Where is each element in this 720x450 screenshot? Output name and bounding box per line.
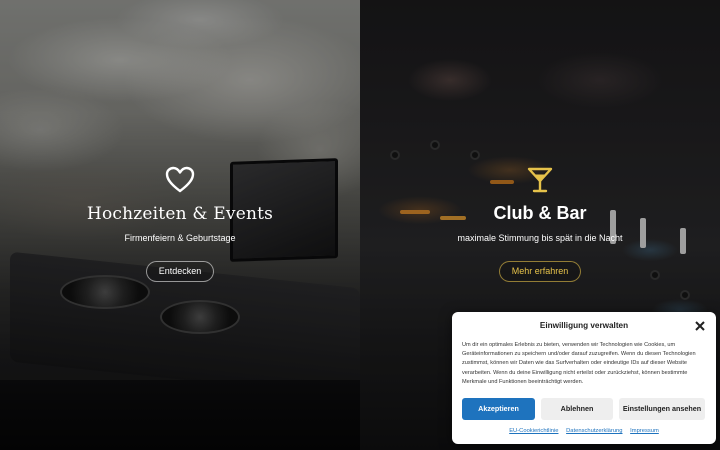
heart-icon [165, 166, 195, 194]
accept-button[interactable]: Akzeptieren [462, 398, 535, 420]
close-icon[interactable] [694, 319, 706, 331]
cookie-consent-dialog: Einwilligung verwalten Um dir ein optima… [452, 312, 716, 444]
discover-button[interactable]: Entdecken [146, 261, 214, 282]
panel-title: Club & Bar [493, 203, 587, 223]
privacy-policy-link[interactable]: Datenschutzerklärung [566, 428, 622, 434]
cocktail-icon [525, 166, 555, 194]
consent-title: Einwilligung verwalten [539, 321, 629, 330]
deny-button[interactable]: Ablehnen [541, 398, 613, 420]
consent-text: Um dir ein optimales Erlebnis zu bieten,… [462, 342, 696, 385]
panel-subtitle: Firmenfeiern & Geburtstage [124, 233, 236, 243]
page: Hochzeiten & Events Firmenfeiern & Gebur… [0, 0, 720, 450]
learn-more-button[interactable]: Mehr erfahren [499, 261, 581, 282]
panel-subtitle: maximale Stimmung bis spät in die Nacht [457, 233, 623, 243]
panel-title: Hochzeiten & Events [86, 204, 274, 224]
imprint-link[interactable]: Impressum [630, 428, 659, 434]
consent-links: EU-Cookierichtlinie Datenschutzerklärung… [452, 428, 716, 434]
cookie-policy-link[interactable]: EU-Cookierichtlinie [509, 428, 558, 434]
view-preferences-button[interactable]: Einstellungen ansehen [619, 398, 705, 420]
panel-overlay [0, 0, 360, 450]
weddings-events-panel[interactable]: Hochzeiten & Events Firmenfeiern & Gebur… [0, 0, 360, 450]
